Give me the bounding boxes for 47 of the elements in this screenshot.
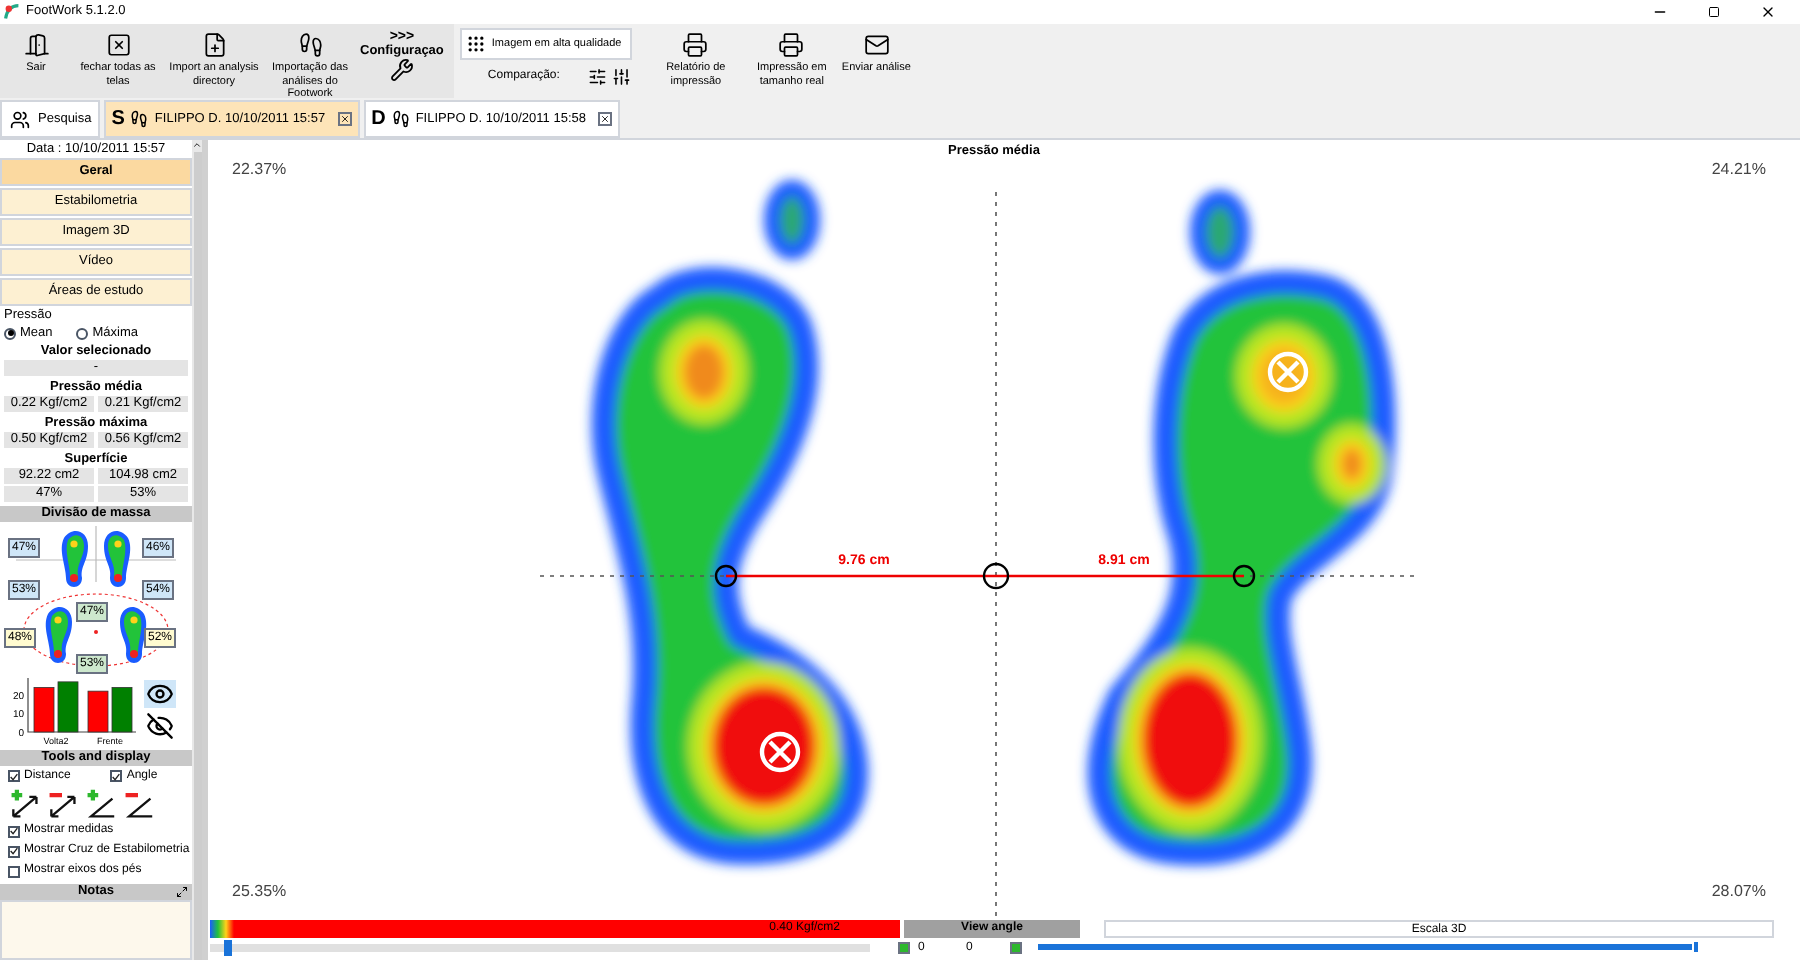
footprints-icon [130, 110, 149, 128]
quadrant-percentage: 25.35% [232, 882, 287, 900]
chart-bar [33, 687, 55, 733]
wrench-icon [389, 58, 414, 82]
document-plus-icon [201, 32, 227, 58]
quadrant-percentage: 24.21% [1711, 160, 1766, 178]
chart-bar [111, 687, 133, 733]
foot-side-letter: D [371, 106, 386, 134]
slider-thumb[interactable] [223, 939, 232, 955]
foot-side-letter: S [111, 106, 125, 134]
remove-arrow-icon[interactable] [46, 788, 78, 820]
people-icon [8, 109, 32, 129]
toggle-square-icon[interactable] [1010, 941, 1022, 953]
add-angle-icon[interactable] [84, 788, 116, 820]
check-icon [10, 771, 18, 781]
check-icon [112, 771, 121, 781]
scale-3d-slider[interactable] [1038, 944, 1698, 950]
printer-icon [682, 32, 709, 58]
printer-icon [778, 32, 805, 58]
quadrant-percentage: 28.07% [1711, 882, 1766, 900]
tab-close-icon[interactable] [337, 112, 352, 126]
grid-icon [465, 34, 486, 54]
target-marker-icon [759, 731, 801, 773]
sliders-icon[interactable] [612, 66, 632, 88]
close-icon[interactable] [1760, 4, 1776, 20]
add-arrow-icon[interactable] [8, 788, 40, 820]
slider-thumb[interactable] [1691, 940, 1700, 954]
mail-icon [863, 32, 890, 58]
target-marker-icon [1267, 351, 1309, 393]
notes-field[interactable] [0, 900, 192, 960]
door-icon [23, 32, 49, 58]
chevron-up-icon[interactable] [192, 140, 202, 150]
remove-angle-icon[interactable] [122, 788, 154, 820]
footprints-icon [297, 32, 323, 58]
toggle-square-icon[interactable] [898, 941, 910, 953]
maximize-icon[interactable] [1708, 6, 1720, 18]
app-logo-icon [4, 4, 20, 20]
eye-icon[interactable] [144, 680, 176, 708]
scrollbar[interactable] [192, 140, 202, 960]
chart-bar [57, 681, 79, 733]
sliders-icon[interactable] [587, 66, 607, 88]
footprints-icon [391, 110, 410, 128]
close-icon [105, 32, 131, 58]
quadrant-percentage: 22.37% [232, 160, 287, 178]
chart-bar [87, 690, 109, 733]
tab-close-icon[interactable] [598, 112, 612, 126]
eye-off-icon[interactable] [144, 712, 176, 740]
